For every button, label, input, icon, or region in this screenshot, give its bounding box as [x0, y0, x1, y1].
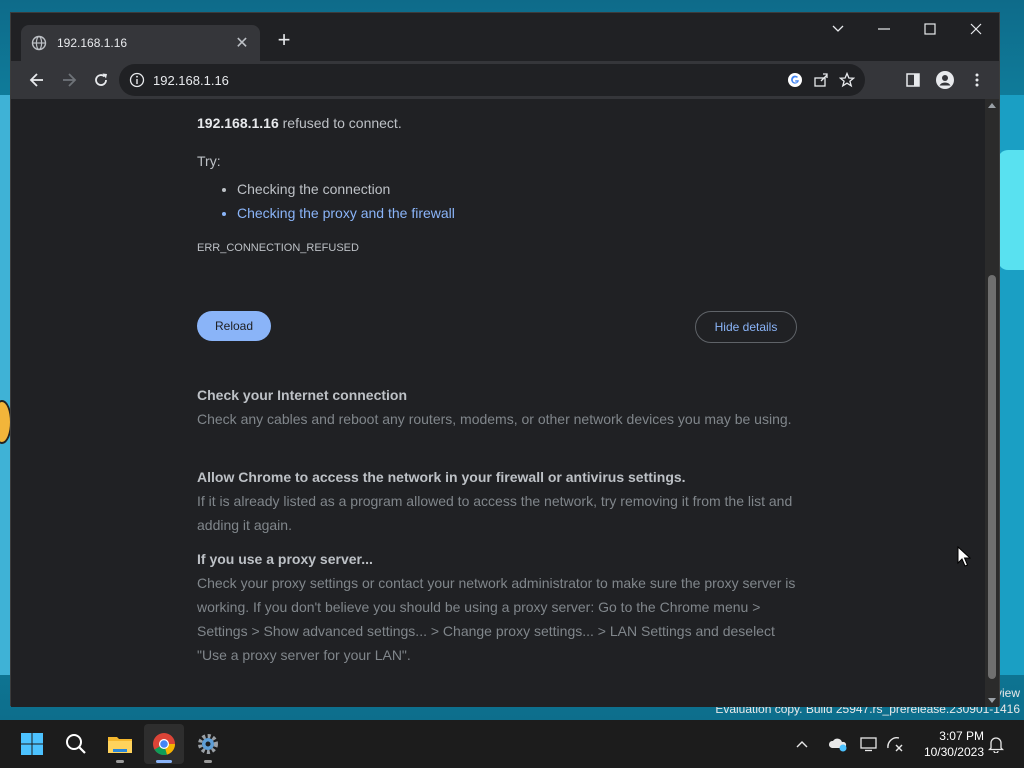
- close-icon[interactable]: ✕: [234, 33, 250, 53]
- google-icon[interactable]: [787, 72, 803, 88]
- error-heading: 192.168.1.16 refused to connect.: [197, 115, 402, 131]
- search-button[interactable]: [56, 724, 96, 764]
- settings-icon: [198, 734, 218, 754]
- side-panel-icon[interactable]: [897, 64, 929, 96]
- settings-taskbar-button[interactable]: [188, 724, 228, 764]
- start-button[interactable]: [12, 724, 52, 764]
- chrome-icon: [153, 733, 176, 756]
- app-running-indicator: [116, 760, 124, 763]
- browser-toolbar: 192.168.1.16: [11, 61, 999, 99]
- forward-icon[interactable]: [53, 64, 85, 96]
- scroll-down-arrow-icon[interactable]: [988, 698, 996, 703]
- search-icon: [66, 734, 86, 754]
- clock-time: 3:07 PM: [939, 729, 984, 743]
- section-body: Check any cables and reboot any routers,…: [197, 411, 792, 427]
- suggestion-list: Checking the connection Checking the pro…: [217, 177, 455, 225]
- minimize-icon[interactable]: [861, 13, 907, 45]
- section-heading: If you use a proxy server...: [197, 551, 373, 567]
- section-heading: Check your Internet connection: [197, 387, 408, 403]
- details-section-internet: Check your Internet connection Check any…: [197, 383, 797, 431]
- reload-button[interactable]: Reload: [197, 311, 271, 341]
- show-hidden-icons[interactable]: [796, 720, 808, 768]
- section-heading: Allow Chrome to access the network in yo…: [197, 469, 686, 485]
- scrollbar-thumb[interactable]: [988, 275, 996, 679]
- chevron-up-icon: [796, 741, 808, 748]
- star-icon[interactable]: [839, 72, 855, 88]
- tab-strip: 192.168.1.16 ✕ +: [11, 13, 999, 61]
- section-body: If it is already listed as a program all…: [197, 493, 793, 533]
- chevron-down-icon[interactable]: [815, 13, 861, 45]
- error-refused-text: refused to connect.: [278, 115, 402, 131]
- notification-bell-icon: [988, 737, 1004, 753]
- profile-icon[interactable]: [929, 64, 961, 96]
- display-tray[interactable]: [860, 720, 878, 768]
- error-code: ERR_CONNECTION_REFUSED: [197, 242, 359, 254]
- suggestion-item: Checking the connection: [237, 177, 455, 201]
- kebab-menu-icon[interactable]: [961, 64, 993, 96]
- tab-title: 192.168.1.16: [57, 36, 128, 50]
- window-close-icon[interactable]: [953, 13, 999, 45]
- share-icon[interactable]: [813, 72, 829, 88]
- display-icon: [860, 737, 877, 752]
- mouse-pointer-icon: [957, 546, 971, 567]
- browser-tab[interactable]: 192.168.1.16 ✕: [21, 25, 260, 61]
- clock[interactable]: 3:07 PM 10/30/2023: [924, 728, 984, 760]
- taskbar: 3:07 PM 10/30/2023: [0, 720, 1024, 768]
- browser-window: 192.168.1.16 ✕ + 192.168.1.16 192.168.1.…: [10, 12, 1000, 707]
- chrome-taskbar-button[interactable]: [144, 724, 184, 764]
- plus-icon[interactable]: +: [271, 27, 297, 53]
- error-host: 192.168.1.16: [197, 115, 279, 131]
- maximize-icon[interactable]: [907, 13, 953, 45]
- wallpaper-right-highlight: [998, 150, 1024, 270]
- details-section-firewall: Allow Chrome to access the network in yo…: [197, 465, 797, 537]
- hide-details-button[interactable]: Hide details: [695, 311, 797, 343]
- back-icon[interactable]: [21, 64, 53, 96]
- page-content: 192.168.1.16 refused to connect. Try: Ch…: [11, 99, 985, 707]
- section-body: Check your proxy settings or contact you…: [197, 575, 796, 663]
- onedrive-icon: [828, 738, 847, 752]
- notification-center[interactable]: [988, 720, 1004, 768]
- info-icon[interactable]: [129, 72, 145, 88]
- windows-start-icon: [21, 733, 43, 755]
- scroll-up-arrow-icon[interactable]: [988, 103, 996, 108]
- file-explorer-button[interactable]: [100, 724, 140, 764]
- address-bar[interactable]: 192.168.1.16: [119, 64, 865, 96]
- network-icon: [887, 737, 903, 752]
- try-label: Try:: [197, 153, 221, 169]
- details-section-proxy: If you use a proxy server... Check your …: [197, 547, 797, 667]
- file-explorer-icon: [108, 737, 132, 753]
- suggestion-link-proxy-firewall[interactable]: Checking the proxy and the firewall: [237, 201, 455, 225]
- clock-date: 10/30/2023: [923, 745, 984, 759]
- app-active-indicator: [156, 760, 172, 763]
- onedrive-tray[interactable]: [828, 720, 848, 768]
- app-running-indicator: [204, 760, 212, 763]
- globe-icon: [31, 35, 47, 51]
- address-url[interactable]: 192.168.1.16: [153, 73, 787, 88]
- reload-icon[interactable]: [85, 64, 117, 96]
- page-scrollbar[interactable]: [985, 99, 999, 707]
- network-tray[interactable]: [886, 720, 904, 768]
